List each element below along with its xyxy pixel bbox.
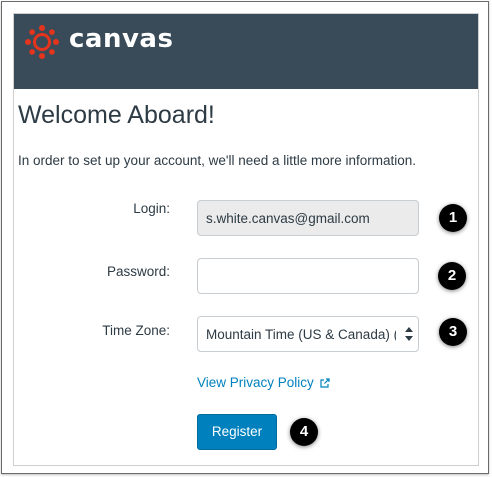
page-title: Welcome Aboard!: [18, 101, 215, 129]
privacy-policy-label: View Privacy Policy: [197, 375, 314, 390]
callout-badge-4: 4: [290, 418, 318, 446]
password-label: Password:: [106, 264, 170, 279]
login-field: s.white.canvas@gmail.com: [197, 200, 419, 236]
timezone-label: Time Zone:: [102, 323, 170, 338]
register-button[interactable]: Register: [197, 414, 277, 450]
callout-badge-3: 3: [439, 318, 467, 346]
privacy-policy-link[interactable]: View Privacy Policy: [197, 375, 330, 390]
callout-badge-2: 2: [438, 262, 466, 290]
login-label: Login:: [133, 201, 170, 216]
password-input[interactable]: [197, 258, 419, 294]
header-bar: canvas: [14, 14, 478, 89]
timezone-select[interactable]: Mountain Time (US & Canada) (-: [197, 316, 419, 352]
logo-text: canvas: [69, 24, 174, 54]
login-panel: canvas: [13, 13, 479, 466]
canvas-logo-icon: [25, 25, 59, 59]
timezone-value: Mountain Time (US & Canada) (-: [206, 327, 396, 342]
login-value: s.white.canvas@gmail.com: [206, 211, 370, 226]
intro-text: In order to set up your account, we'll n…: [18, 153, 417, 168]
callout-badge-1: 1: [439, 204, 467, 232]
select-arrows-icon: [405, 327, 413, 341]
external-link-icon: [319, 378, 330, 388]
